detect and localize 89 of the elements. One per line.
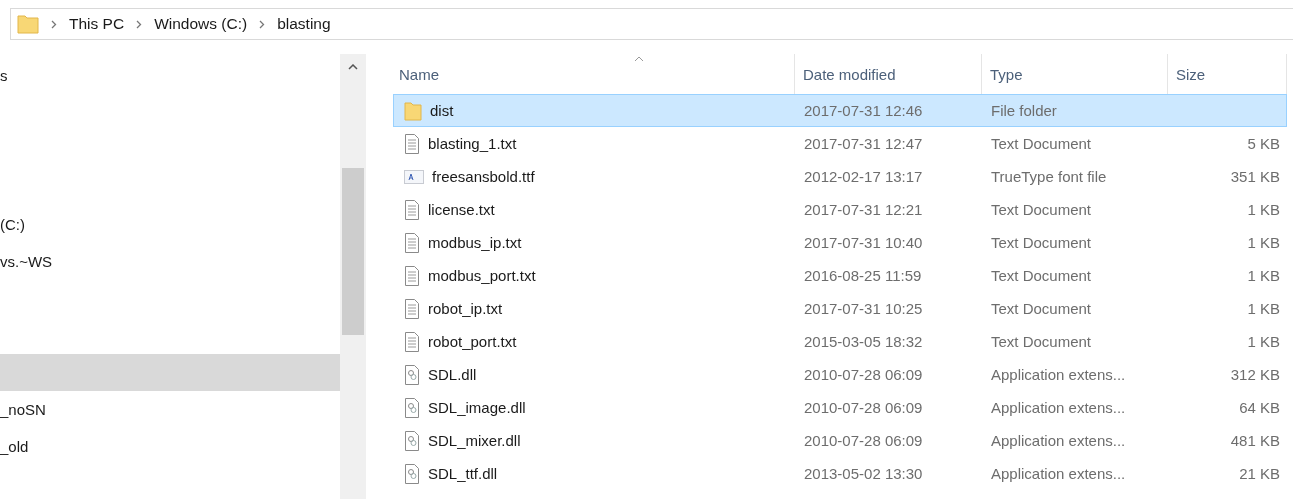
text-file-icon	[404, 232, 420, 253]
file-row[interactable]: robot_ip.txt 2017-07-31 10:25 Text Document 1 KB	[393, 292, 1287, 325]
file-name: license.txt	[428, 201, 495, 218]
file-row[interactable]: blasting_1.txt 2017-07-31 12:47 Text Document 5 KB	[393, 127, 1287, 160]
date-modified: 2010-07-28 06:09	[803, 366, 924, 383]
chevron-icon	[259, 19, 266, 29]
breadcrumb[interactable]: This PC	[69, 15, 125, 33]
date-modified: 2017-07-31 12:21	[803, 201, 924, 218]
date-modified: 2015-03-05 18:32	[803, 333, 924, 350]
file-size: 1 KB	[1247, 201, 1280, 218]
file-row[interactable]: license.txt 2017-07-31 12:21 Text Document 1 KB	[393, 193, 1287, 226]
file-name: blasting_1.txt	[428, 135, 517, 152]
nav-item[interactable]: s	[0, 57, 340, 94]
chevron-icon	[136, 19, 143, 29]
scrollbar-thumb[interactable]	[342, 168, 364, 335]
file-type: Application extens...	[990, 432, 1127, 449]
date-modified: 2010-07-28 06:09	[803, 399, 924, 416]
file-type: Application extens...	[990, 366, 1127, 383]
dll-file-icon	[404, 463, 420, 484]
date-modified: 2017-07-31 12:47	[803, 135, 924, 152]
file-name: SDL_mixer.dll	[428, 432, 521, 449]
folder-icon	[17, 14, 39, 34]
file-size: 1 KB	[1247, 300, 1280, 317]
file-row[interactable]: freesansbold.ttf 2012-02-17 13:17 TrueType font file 351 KB	[393, 160, 1287, 193]
file-size: 21 KB	[1239, 465, 1280, 482]
address-bar[interactable]: This PC Windows (C:) blasting	[10, 8, 1293, 40]
date-modified: 2017-07-31 12:46	[803, 102, 924, 119]
file-name: modbus_ip.txt	[428, 234, 522, 251]
file-size: 1 KB	[1247, 333, 1280, 350]
text-file-icon	[404, 298, 420, 319]
file-type: Text Document	[990, 300, 1093, 317]
file-name: freesansbold.ttf	[432, 168, 535, 185]
file-name: SDL_ttf.dll	[428, 465, 498, 482]
file-size: 1 KB	[1247, 234, 1280, 251]
file-type: Text Document	[990, 234, 1093, 251]
scrollbar[interactable]	[340, 54, 366, 499]
file-row[interactable]: SDL_mixer.dll 2010-07-28 06:09 Application extens... 481 KB	[393, 424, 1287, 457]
file-row[interactable]: dist 2017-07-31 12:46 File folder	[393, 94, 1287, 127]
file-type: Application extens...	[990, 399, 1127, 416]
file-type: TrueType font file	[990, 168, 1108, 185]
dll-file-icon	[404, 430, 420, 451]
breadcrumb[interactable]: blasting	[277, 15, 331, 33]
file-row[interactable]: modbus_ip.txt 2017-07-31 10:40 Text Document 1 KB	[393, 226, 1287, 259]
file-name: dist	[430, 102, 454, 119]
file-size: 312 KB	[1230, 366, 1280, 383]
file-name: SDL_image.dll	[428, 399, 526, 416]
text-file-icon	[404, 265, 420, 286]
file-row[interactable]: SDL_image.dll 2010-07-28 06:09 Application extens... 64 KB	[393, 391, 1287, 424]
file-type: Text Document	[990, 267, 1093, 284]
file-type: Text Document	[990, 201, 1093, 218]
file-size: 481 KB	[1230, 432, 1280, 449]
nav-item[interactable]	[0, 354, 340, 391]
dll-file-icon	[404, 397, 420, 418]
file-row[interactable]: SDL.dll 2010-07-28 06:09 Application extens... 312 KB	[393, 358, 1287, 391]
file-name: modbus_port.txt	[428, 267, 536, 284]
file-size: 5 KB	[1247, 135, 1280, 152]
file-name: robot_port.txt	[428, 333, 517, 350]
file-type: Text Document	[990, 135, 1093, 152]
folder-icon	[404, 100, 422, 121]
text-file-icon	[404, 133, 420, 154]
file-size: 1 KB	[1247, 267, 1280, 284]
file-type: Text Document	[990, 333, 1093, 350]
date-modified: 2010-07-28 06:09	[803, 432, 924, 449]
nav-item[interactable]: _old	[0, 428, 340, 465]
text-file-icon	[404, 331, 420, 352]
nav-item[interactable]: (C:)	[0, 206, 340, 243]
date-modified: 2017-07-31 10:40	[803, 234, 924, 251]
date-modified: 2016-08-25 11:59	[803, 267, 923, 284]
nav-item[interactable]: _noSN	[0, 391, 340, 428]
sort-caret-icon	[634, 56, 644, 62]
date-modified: 2012-02-17 13:17	[803, 168, 924, 185]
dll-file-icon	[404, 364, 420, 385]
file-row[interactable]: modbus_port.txt 2016-08-25 11:59 Text Document 1 KB	[393, 259, 1287, 292]
breadcrumb[interactable]: Windows (C:)	[154, 15, 248, 33]
scroll-up-icon[interactable]	[348, 64, 358, 70]
file-type: File folder	[990, 102, 1058, 119]
file-size: 64 KB	[1239, 399, 1280, 416]
text-file-icon	[404, 199, 420, 220]
nav-item[interactable]: vs.~WS	[0, 243, 340, 280]
file-row[interactable]: robot_port.txt 2015-03-05 18:32 Text Document 1 KB	[393, 325, 1287, 358]
chevron-icon	[51, 19, 57, 29]
file-name: robot_ip.txt	[428, 300, 503, 317]
file-size: 351 KB	[1230, 168, 1280, 185]
font-file-icon	[404, 169, 424, 184]
file-type: Application extens...	[990, 465, 1127, 482]
date-modified: 2013-05-02 13:30	[803, 465, 924, 482]
file-row[interactable]: SDL_ttf.dll 2013-05-02 13:30 Application extens... 21 KB	[393, 457, 1287, 490]
file-name: SDL.dll	[428, 366, 477, 383]
date-modified: 2017-07-31 10:25	[803, 300, 924, 317]
